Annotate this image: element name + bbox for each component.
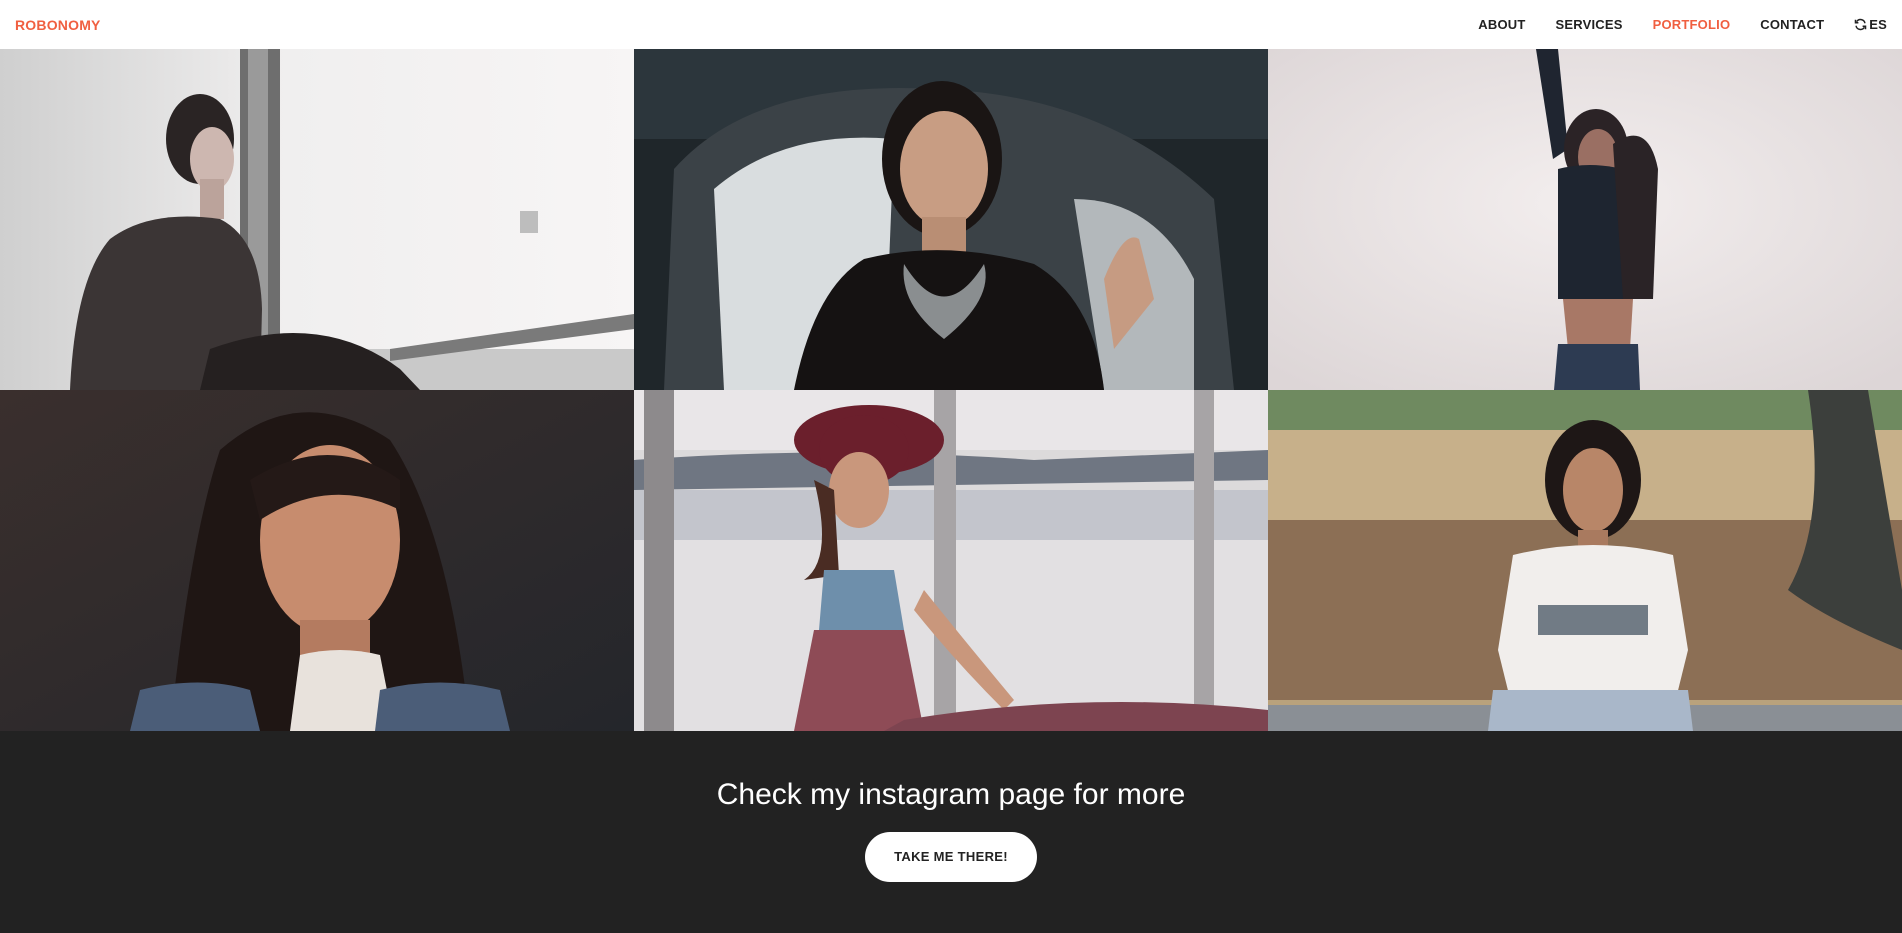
portfolio-photo-2 bbox=[634, 49, 1268, 390]
portfolio-photo-6 bbox=[1268, 390, 1902, 731]
refresh-icon bbox=[1854, 18, 1867, 31]
portfolio-item-5[interactable] bbox=[634, 390, 1268, 731]
top-navbar: ROBONOMY ABOUT SERVICES PORTFOLIO CONTAC… bbox=[0, 0, 1902, 49]
nav-links: ABOUT SERVICES PORTFOLIO CONTACT ES bbox=[1448, 0, 1887, 49]
portfolio-photo-5 bbox=[634, 390, 1268, 731]
portfolio-photo-3 bbox=[1268, 49, 1902, 390]
nav-link-language[interactable]: ES bbox=[1854, 17, 1887, 32]
portfolio-photo-1 bbox=[0, 49, 634, 390]
portfolio-item-2[interactable] bbox=[634, 49, 1268, 390]
brand-logo-link[interactable]: ROBONOMY bbox=[15, 17, 101, 33]
take-me-there-button[interactable]: TAKE ME THERE! bbox=[865, 832, 1037, 882]
nav-link-portfolio[interactable]: PORTFOLIO bbox=[1653, 17, 1731, 32]
nav-link-services[interactable]: SERVICES bbox=[1556, 17, 1623, 32]
portfolio-grid bbox=[0, 49, 1902, 731]
nav-link-contact[interactable]: CONTACT bbox=[1760, 17, 1824, 32]
portfolio-item-1[interactable] bbox=[0, 49, 634, 390]
portfolio-item-6[interactable] bbox=[1268, 390, 1902, 731]
portfolio-item-3[interactable] bbox=[1268, 49, 1902, 390]
cta-heading: Check my instagram page for more bbox=[716, 778, 1186, 811]
portfolio-item-4[interactable] bbox=[0, 390, 634, 731]
portfolio-photo-4 bbox=[0, 390, 634, 731]
nav-link-about[interactable]: ABOUT bbox=[1478, 17, 1525, 32]
instagram-cta-section: Check my instagram page for more TAKE ME… bbox=[0, 731, 1902, 933]
language-label: ES bbox=[1869, 17, 1887, 32]
